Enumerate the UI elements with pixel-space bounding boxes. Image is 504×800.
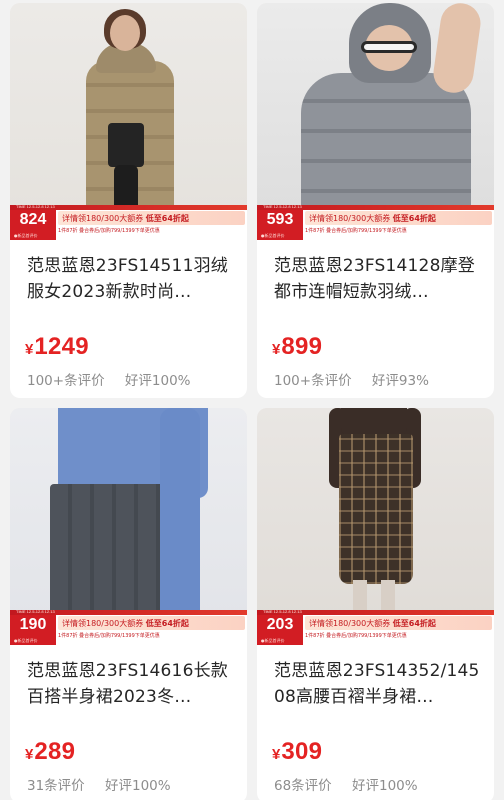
review-info: 100+条评价 好评93% (274, 369, 429, 389)
review-count: 100+条评价 (274, 373, 352, 389)
product-title[interactable]: 范思蓝恩23FS14511羽绒服女2023新款时尚… (27, 253, 237, 305)
review-count: 68条评价 (274, 778, 332, 794)
promo-coupon-text: 详情领180/300大额券 低至64折起 (305, 211, 492, 225)
currency-symbol: ¥ (272, 341, 281, 358)
promo-price-badge: 824 ●新品首评价 (10, 210, 56, 240)
promo-price: 203 (266, 616, 294, 633)
promo-subtext: 1件87折 叠合券后/加购799/1399下单更优惠 (305, 228, 407, 234)
currency-symbol: ¥ (272, 746, 281, 763)
product-price: ¥ 309 (272, 738, 322, 766)
promo-price-badge: 203 ●新品首评价 (257, 615, 303, 645)
review-info: 68条评价 好评100% (274, 774, 418, 794)
product-image[interactable]: TIME 12.5-12.8 12.13 190 ●新品首评价 详情领180/3… (10, 408, 247, 645)
review-info: 100+条评价 好评100% (27, 369, 191, 389)
promo-coupon-text: 详情领180/300大额券 低至64折起 (58, 616, 245, 630)
promo-subtext: 1件87折 叠合券后/加购799/1399下单更优惠 (305, 633, 407, 639)
product-title[interactable]: 范思蓝恩23FS14616长款百搭半身裙2023冬… (27, 658, 237, 710)
good-rate: 好评100% (124, 373, 191, 389)
currency-symbol: ¥ (25, 746, 34, 763)
promo-coupon-text: 详情领180/300大额券 低至64折起 (58, 211, 245, 225)
promo-price: 190 (19, 616, 47, 633)
product-card[interactable]: TIME 12.5-12.8 12.13 593 ●新品首评价 详情领180/3… (257, 3, 494, 398)
price-value: 309 (281, 738, 323, 765)
product-price: ¥ 899 (272, 333, 322, 361)
promo-price: 824 (19, 211, 47, 228)
product-price: ¥ 289 (25, 738, 75, 766)
product-image[interactable]: TIME 12.5-12.8 12.13 593 ●新品首评价 详情领180/3… (257, 3, 494, 240)
currency-symbol: ¥ (25, 341, 34, 358)
promo-subtext: 1件87折 叠合券后/加购799/1399下单更优惠 (58, 633, 160, 639)
product-price: ¥ 1249 (25, 333, 89, 361)
promo-coupon-text: 详情领180/300大额券 低至64折起 (305, 616, 492, 630)
promo-banner: TIME 12.5-12.8 12.13 824 ●新品首评价 详情领180/3… (10, 204, 247, 240)
product-card[interactable]: TIME 12.5-12.8 12.13 190 ●新品首评价 详情领180/3… (10, 408, 247, 800)
promo-banner: TIME 12.5-12.8 12.13 203 ●新品首评价 详情领180/3… (257, 609, 494, 645)
product-grid: TIME 12.5-12.8 12.13 824 ●新品首评价 详情领180/3… (0, 0, 504, 800)
product-title[interactable]: 范思蓝恩23FS14352/14508高腰百褶半身裙… (274, 658, 484, 710)
price-value: 899 (281, 333, 323, 360)
good-rate: 好评100% (104, 778, 171, 794)
promo-price-badge: 593 ●新品首评价 (257, 210, 303, 240)
review-count: 31条评价 (27, 778, 85, 794)
promo-price-badge: 190 ●新品首评价 (10, 615, 56, 645)
product-title[interactable]: 范思蓝恩23FS14128摩登都市连帽短款羽绒… (274, 253, 484, 305)
product-image[interactable]: TIME 12.5-12.8 12.13 824 ●新品首评价 详情领180/3… (10, 3, 247, 240)
review-info: 31条评价 好评100% (27, 774, 171, 794)
review-count: 100+条评价 (27, 373, 105, 389)
promo-banner: TIME 12.5-12.8 12.13 190 ●新品首评价 详情领180/3… (10, 609, 247, 645)
promo-subtext: 1件87折 叠合券后/加购799/1399下单更优惠 (58, 228, 160, 234)
good-rate: 好评93% (371, 373, 429, 389)
promo-banner: TIME 12.5-12.8 12.13 593 ●新品首评价 详情领180/3… (257, 204, 494, 240)
product-image[interactable]: TIME 12.5-12.8 12.13 203 ●新品首评价 详情领180/3… (257, 408, 494, 645)
product-card[interactable]: TIME 12.5-12.8 12.13 203 ●新品首评价 详情领180/3… (257, 408, 494, 800)
promo-price: 593 (266, 211, 294, 228)
product-card[interactable]: TIME 12.5-12.8 12.13 824 ●新品首评价 详情领180/3… (10, 3, 247, 398)
price-value: 289 (34, 738, 76, 765)
good-rate: 好评100% (351, 778, 418, 794)
price-value: 1249 (34, 333, 89, 360)
